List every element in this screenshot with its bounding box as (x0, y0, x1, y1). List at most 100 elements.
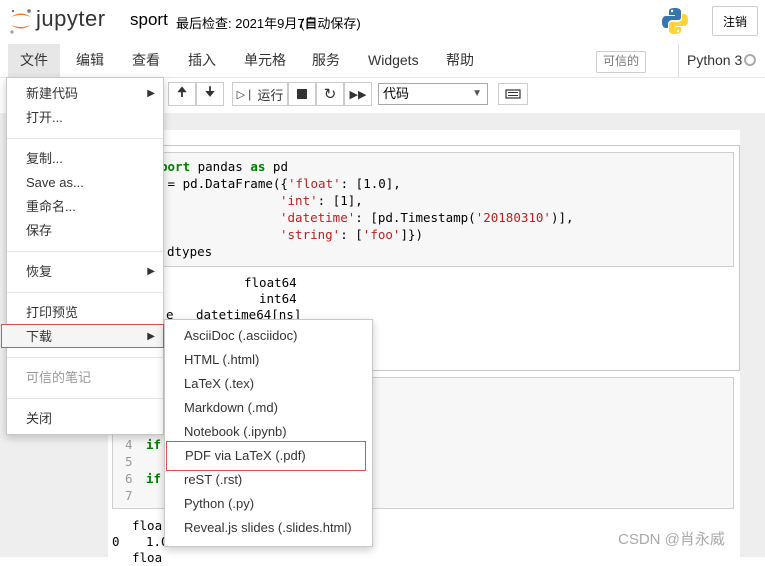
menu-item-save[interactable]: 保存 (7, 219, 163, 243)
menu-edit[interactable]: 编辑 (64, 44, 116, 77)
trusted-indicator[interactable]: 可信的 (596, 51, 646, 73)
caret-right-icon: ▶ (147, 331, 155, 342)
menu-item-rename[interactable]: 重命名... (7, 195, 163, 219)
cell-1-code-line2: = pd.DataFrame({'float': [1.0], (160, 175, 401, 192)
interrupt-button[interactable] (288, 82, 316, 106)
restart-run-all-button[interactable]: ▶▶ (344, 82, 372, 106)
chevron-down-icon: ▼ (472, 88, 482, 99)
menu-item-label: 新建代码 (26, 86, 79, 101)
arrow-up-icon: 🠉 (176, 84, 188, 99)
download-reveal-slides[interactable]: Reveal.js slides (.slides.html) (165, 516, 372, 540)
menu-item-open[interactable]: 打开... (7, 106, 163, 130)
command-palette-button[interactable] (498, 83, 528, 105)
fast-forward-icon: ▶▶ (349, 88, 367, 101)
menu-cell[interactable]: 单元格 (232, 44, 298, 77)
step-forward-icon: ▷❘ (236, 88, 255, 101)
code-token: 'float' (287, 176, 341, 191)
download-html[interactable]: HTML (.html) (165, 348, 372, 372)
cell-type-select[interactable]: 代码 ▼ (378, 83, 488, 105)
notebook-name[interactable]: sport (130, 10, 168, 30)
download-latex[interactable]: LaTeX (.tex) (165, 372, 372, 396)
download-markdown[interactable]: Markdown (.md) (165, 396, 372, 420)
code-token: ]}) (400, 227, 424, 242)
code-token: as (250, 159, 266, 174)
code-token: if (146, 471, 162, 486)
menu-item-print-preview[interactable]: 打印预览 (7, 301, 163, 325)
download-python[interactable]: Python (.py) (165, 492, 372, 516)
refresh-icon: ↻ (323, 86, 337, 103)
download-asciidoc[interactable]: AsciiDoc (.asciidoc) (165, 324, 372, 348)
code-token: 'foo' (362, 227, 401, 242)
download-submenu: AsciiDoc (.asciidoc) HTML (.html) LaTeX … (164, 319, 373, 547)
stop-icon (297, 89, 307, 99)
caret-right-icon: ▶ (147, 266, 155, 277)
code-token: : [pd.Timestamp( (355, 210, 476, 225)
output-2-row3: floa (132, 550, 163, 565)
file-menu-dropdown: 新建代码 ▶ 打开... 复制... Save as... 重命名... 保存 … (1, 77, 164, 435)
cell-1-code-line5: 'string': ['foo']}) (280, 226, 423, 243)
menu-item-new-notebook[interactable]: 新建代码 ▶ (7, 82, 163, 106)
menu-item-label: 下载 (26, 329, 53, 344)
cell-type-value: 代码 (383, 86, 410, 101)
code-token: pandas (190, 159, 251, 174)
cell-1-code-line3: 'int': [1], (280, 192, 363, 209)
menu-item-copy[interactable]: 复制... (7, 147, 163, 171)
code-token: if (146, 437, 162, 452)
python-logo-icon (662, 8, 688, 34)
menu-insert[interactable]: 插入 (176, 44, 228, 77)
menu-kernel[interactable]: 服务 (300, 44, 352, 77)
menu-divider (7, 251, 163, 252)
keyboard-icon (505, 89, 521, 99)
restart-button[interactable]: ↻ (316, 82, 344, 106)
code-token: = pd.DataFrame({ (160, 176, 288, 191)
output-2-row2-index: 0 (112, 534, 120, 549)
line-number: 7 (125, 488, 133, 503)
output-1-row1: float64 (244, 275, 297, 290)
code-token: '20180310' (475, 210, 551, 225)
menu-item-trust-notebook[interactable]: 可信的笔记 (7, 366, 163, 390)
output-1-row2: int64 (259, 291, 297, 306)
jupyter-logo-icon (10, 9, 31, 34)
move-up-button[interactable]: 🠉 (168, 82, 196, 106)
menu-divider (7, 138, 163, 139)
code-token: pd (265, 159, 288, 174)
logo-text: jupyter (36, 6, 106, 31)
run-label: 运行 (257, 87, 284, 103)
menu-item-save-as[interactable]: Save as... (7, 171, 163, 195)
menu-divider (7, 357, 163, 358)
line-number: 6 (125, 471, 133, 486)
menu-widgets[interactable]: Widgets (356, 44, 431, 77)
menubar: 文件 编辑 查看 插入 单元格 服务 Widgets 帮助 (0, 44, 765, 78)
code-token: )], (550, 210, 574, 225)
menu-item-label: 恢复 (26, 264, 53, 279)
checkpoint-status: 最后检查: 2021年9月7日 (176, 16, 318, 31)
menu-item-close[interactable]: 关闭 (7, 407, 163, 431)
line-number: 5 (125, 454, 133, 469)
menu-item-download[interactable]: 下载 ▶ (1, 324, 164, 348)
arrow-down-icon: 🠋 (204, 84, 216, 99)
code-token: : [1], (317, 193, 363, 208)
menu-item-revert[interactable]: 恢复 ▶ (7, 260, 163, 284)
code-token: 'int' (280, 193, 318, 208)
move-down-button[interactable]: 🠋 (196, 82, 224, 106)
logout-button[interactable]: 注销 (712, 6, 758, 36)
kernel-name: Python 3 (678, 44, 742, 77)
run-button[interactable]: ▷❘ 运行 (232, 82, 288, 106)
caret-right-icon: ▶ (147, 88, 155, 99)
code-token: : [ (340, 227, 363, 242)
autosave-status: (自动保存) (300, 16, 361, 31)
code-token: port (160, 159, 191, 174)
menu-view[interactable]: 查看 (120, 44, 172, 77)
download-rst[interactable]: reST (.rst) (165, 468, 372, 492)
download-pdf-latex[interactable]: PDF via LaTeX (.pdf) (166, 441, 366, 471)
watermark: CSDN @肖永威 (618, 531, 725, 548)
menu-help[interactable]: 帮助 (434, 44, 486, 77)
code-token: 'datetime' (280, 210, 356, 225)
cell-1-code-line6: dtypes (167, 244, 213, 259)
menu-file[interactable]: 文件 (8, 44, 60, 77)
cell-1-code: port pandas as pd (160, 158, 288, 175)
code-token: : [1.0], (340, 176, 401, 191)
output-2-row1: floa (132, 518, 163, 533)
jupyter-logo[interactable]: jupyter (8, 6, 118, 36)
line-number: 4 (125, 437, 133, 452)
